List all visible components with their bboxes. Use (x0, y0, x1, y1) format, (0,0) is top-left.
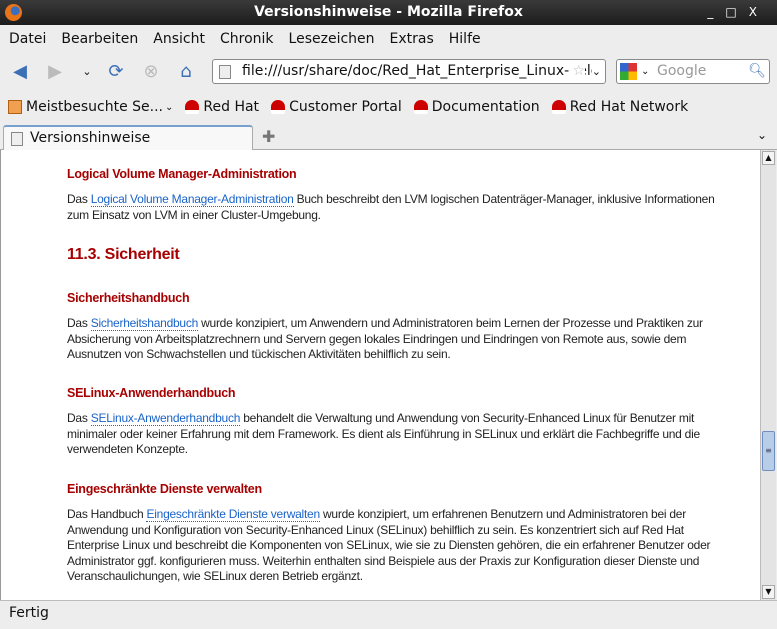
scroll-thumb[interactable]: ≡ (762, 430, 775, 471)
selinux-guide-link[interactable]: SELinux-Anwenderhandbuch (90, 411, 240, 426)
text: Das Handbuch (67, 507, 147, 521)
confined-services-paragraph: Das Handbuch Eingeschränkte Dienste verw… (67, 507, 732, 585)
firefox-logo-icon (5, 4, 22, 21)
selinux-guide-heading: SELinux-Anwenderhandbuch (67, 386, 236, 400)
page-icon (219, 65, 231, 79)
confined-services-link[interactable]: Eingeschränkte Dienste verwalten (146, 507, 320, 522)
bookmark-customer-portal[interactable]: Customer Portal (271, 99, 402, 115)
bookmark-most-visited[interactable]: Meistbesuchte Se... ⌄ (8, 99, 173, 115)
bookmarks-toolbar: Meistbesuchte Se... ⌄ Red Hat Customer Po… (0, 90, 777, 124)
url-dropdown-icon[interactable]: ⌄ (591, 60, 601, 83)
tab-versionshinweise[interactable]: Versionshinweise (3, 125, 253, 151)
url-bar[interactable]: file:///usr/share/doc/Red_Hat_Enterprise… (212, 59, 606, 84)
security-guide-heading: Sicherheitshandbuch (67, 291, 190, 305)
bookmark-documentation[interactable]: Documentation (413, 99, 540, 115)
text: Das (67, 316, 91, 330)
menu-datei[interactable]: Datei (9, 31, 46, 47)
lvm-link[interactable]: Logical Volume Manager-Administration (90, 192, 294, 207)
back-button[interactable]: ◀ (9, 60, 31, 82)
new-tab-button[interactable]: ✚ (262, 127, 275, 146)
bookmark-red-hat-network[interactable]: Red Hat Network (551, 99, 689, 115)
search-placeholder: Google (657, 63, 707, 79)
text: Das (67, 192, 91, 206)
tab-bar: Versionshinweise ✚ ⌄ (0, 124, 777, 151)
minimize-button[interactable]: _ (707, 5, 725, 19)
redhat-icon (271, 100, 286, 114)
security-guide-link[interactable]: Sicherheitshandbuch (90, 316, 198, 331)
close-button[interactable]: X (749, 5, 769, 19)
text: Das (67, 411, 91, 425)
history-dropdown-icon[interactable]: ⌄ (76, 60, 98, 82)
status-text: Fertig (9, 605, 49, 621)
tab-label: Versionshinweise (30, 130, 151, 146)
bookmark-label: Red Hat (203, 99, 260, 115)
page-content: Logical Volume Manager-Administration Da… (0, 150, 760, 600)
redhat-icon (413, 100, 428, 114)
bookmark-label: Customer Portal (289, 99, 402, 115)
menu-extras[interactable]: Extras (390, 31, 434, 47)
bookmark-label: Documentation (431, 99, 540, 115)
title-bar: Versionshinweise - Mozilla Firefox _□X (0, 0, 777, 25)
menu-lesezeichen[interactable]: Lesezeichen (289, 31, 375, 47)
redhat-icon (551, 100, 566, 114)
maximize-button[interactable]: □ (725, 5, 748, 19)
url-text: file:///usr/share/doc/Red_Hat_Enterprise… (242, 63, 600, 79)
tab-list-chevron-icon[interactable]: ⌄ (757, 128, 767, 142)
security-guide-paragraph: Das Sicherheitshandbuch wurde konzipiert… (67, 316, 732, 363)
forward-button[interactable]: ▶ (44, 60, 66, 82)
menu-chronik[interactable]: Chronik (220, 31, 274, 47)
section-heading: 11.3. Sicherheit (67, 246, 180, 263)
menu-ansicht[interactable]: Ansicht (153, 31, 205, 47)
confined-services-heading: Eingeschränkte Dienste verwalten (67, 482, 262, 496)
vertical-scrollbar[interactable]: ▲ ≡ ▼ (760, 150, 776, 600)
bookmark-label: Red Hat Network (569, 99, 689, 115)
bookmark-label: Meistbesuchte Se... (26, 99, 164, 115)
bookmark-star-icon[interactable]: ☆ (570, 60, 585, 83)
folder-icon (8, 100, 22, 114)
bookmark-red-hat[interactable]: Red Hat (185, 99, 259, 115)
lvm-paragraph: Das Logical Volume Manager-Administratio… (67, 192, 732, 223)
menu-hilfe[interactable]: Hilfe (449, 31, 481, 47)
search-icon[interactable]: 🔍︎ (748, 60, 766, 83)
home-button[interactable]: ⌂ (175, 60, 197, 82)
chevron-down-icon: ⌄ (165, 101, 174, 113)
menu-bar: Datei Bearbeiten Ansicht Chronik Lesezei… (0, 25, 777, 52)
window-controls[interactable]: _□X (707, 0, 769, 25)
selinux-guide-paragraph: Das SELinux-Anwenderhandbuch behandelt d… (67, 411, 732, 458)
page-icon (11, 132, 23, 146)
engine-dropdown-icon[interactable]: ⌄ (641, 60, 649, 83)
redhat-icon (185, 100, 200, 114)
google-engine-icon[interactable] (620, 63, 637, 80)
reload-button[interactable]: ⟳ (105, 60, 127, 82)
status-bar: Fertig (0, 600, 777, 629)
scroll-down-button[interactable]: ▼ (762, 585, 775, 599)
menu-bearbeiten[interactable]: Bearbeiten (61, 31, 138, 47)
window-title: Versionshinweise - Mozilla Firefox (254, 4, 523, 20)
stop-button[interactable]: ⊗ (140, 60, 162, 82)
scroll-up-button[interactable]: ▲ (762, 151, 775, 165)
lvm-heading: Logical Volume Manager-Administration (67, 167, 297, 181)
search-box[interactable]: ⌄ Google 🔍︎ (616, 59, 770, 84)
